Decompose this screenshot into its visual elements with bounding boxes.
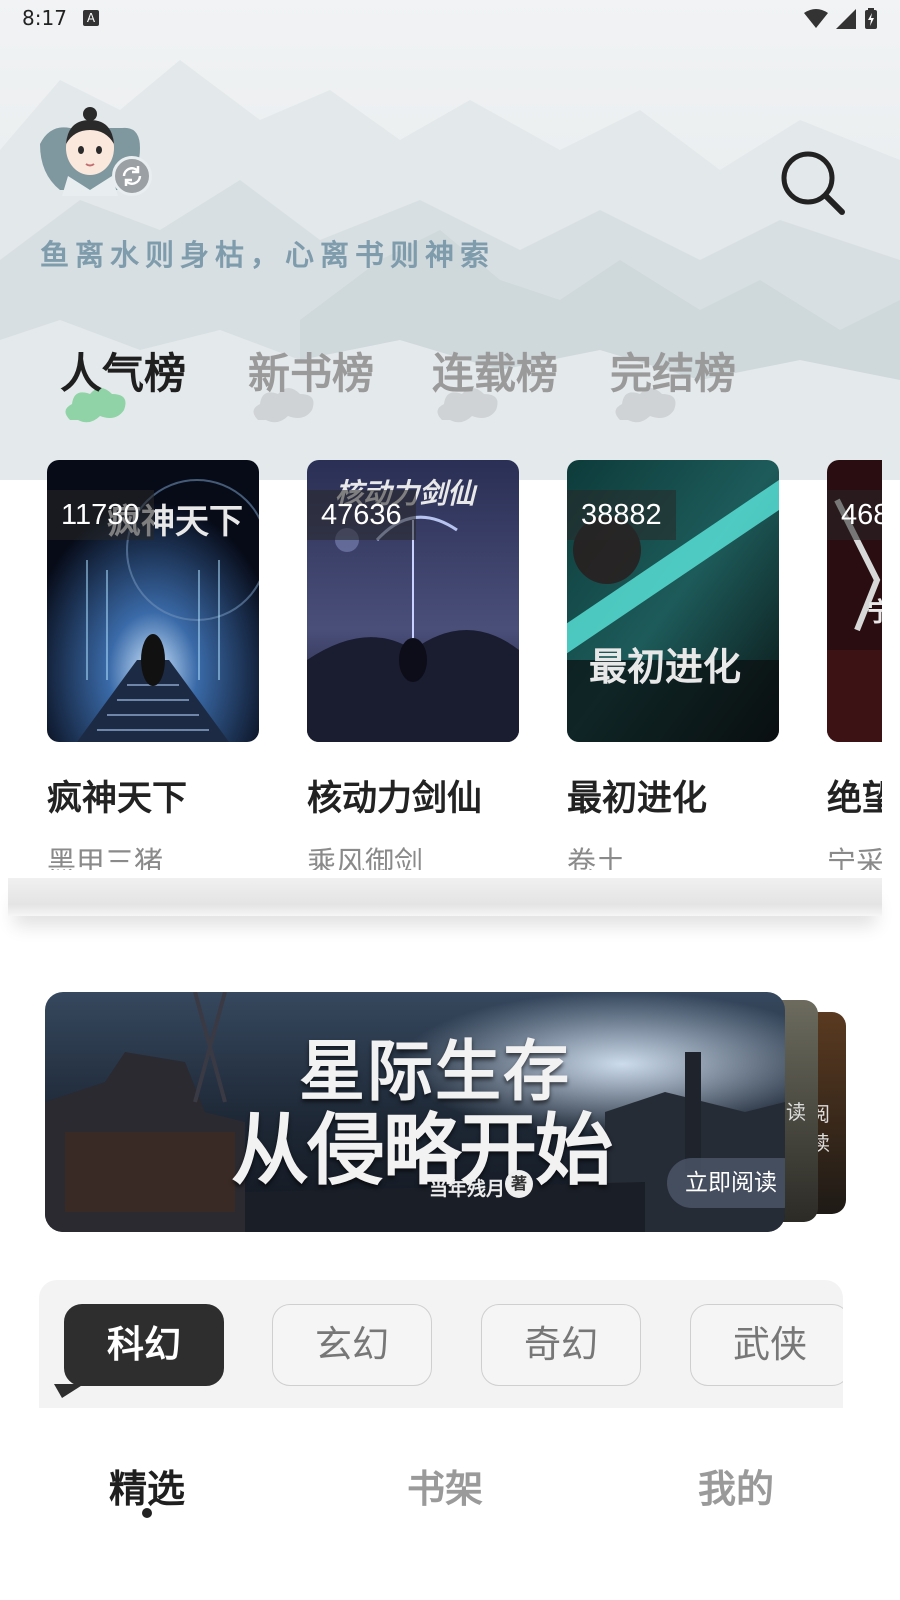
book-count: 468 [827, 490, 882, 540]
book-author: 卷土 [567, 845, 626, 870]
book-card[interactable]: 最初进化 38882 最初进化 卷土 [567, 460, 779, 870]
signal-icon [836, 9, 856, 29]
book-title: 最初进化 [567, 779, 708, 819]
stack-label: 读 [786, 1100, 806, 1124]
notification-a-icon: A [82, 10, 99, 26]
status-icons [804, 8, 878, 30]
sync-icon[interactable] [112, 156, 152, 196]
genre-chip-wuxia[interactable]: 武侠 [690, 1304, 843, 1386]
tab-popular[interactable]: 人气榜 [60, 340, 186, 430]
book-list: 疯神天下 11730 疯神天下 黑甲三猪 47636 核动力剑仙 乘风御剑 最初… [0, 460, 882, 870]
tab-finished-label: 完结榜 [610, 349, 737, 398]
nav-mine[interactable]: 我的 [666, 1458, 806, 1513]
book-count: 11730 [47, 490, 154, 540]
cover-title: 最初进化 [589, 644, 742, 689]
nav-active-dot [142, 1508, 152, 1518]
bottom-nav: 精选 书架 我的 [0, 1408, 900, 1600]
active-genre-pointer [54, 1384, 84, 1398]
book-author: 黑甲三猪 [47, 845, 164, 870]
tab-popular-label: 人气榜 [60, 349, 187, 398]
featured-banner[interactable]: 星际生存 从侵略开始 当年残月 著 立即阅读 [45, 992, 785, 1232]
tab-serial[interactable]: 连载榜 [432, 340, 558, 430]
book-count: 38882 [567, 490, 676, 540]
book-card[interactable]: 核动力剑仙 47636 核动力剑仙 乘风御剑 [307, 460, 519, 870]
book-count: 47636 [307, 490, 416, 540]
read-now-button[interactable]: 立即阅读 [667, 1158, 785, 1208]
nav-featured[interactable]: 精选 [77, 1458, 217, 1513]
book-cover[interactable]: 疯神天下 11730 [47, 460, 259, 742]
status-time: 8:17 [22, 6, 67, 30]
rank-tabs: 人气榜 新书榜 连载榜 完结榜 [60, 340, 880, 430]
search-icon[interactable] [780, 150, 846, 216]
book-title: 绝望 [827, 779, 882, 819]
book-author: 宁采 [827, 845, 882, 870]
genre-selector: 科幻 玄幻 奇幻 武侠 [39, 1280, 843, 1408]
banner-title-line2: 从侵略开始 [231, 1106, 613, 1196]
nav-bookshelf[interactable]: 书架 [375, 1458, 515, 1513]
status-bar: 8:17 A [0, 0, 900, 36]
genre-chip-scifi[interactable]: 科幻 [64, 1304, 224, 1386]
battery-icon [865, 8, 877, 29]
book-title: 疯神天下 [47, 779, 188, 819]
book-cover[interactable]: 最初进化 38882 [567, 460, 779, 742]
tab-new-label: 新书榜 [248, 349, 375, 398]
book-cover[interactable]: 宁 468 [827, 460, 882, 742]
wifi-icon [804, 9, 828, 28]
tab-new[interactable]: 新书榜 [248, 340, 374, 430]
book-title: 核动力剑仙 [307, 779, 483, 819]
book-cover[interactable]: 核动力剑仙 47636 [307, 460, 519, 742]
book-author: 乘风御剑 [307, 845, 424, 870]
motto-text: 鱼离水则身枯，心离书则神索 [40, 238, 496, 272]
banner-author-badge: 著 [505, 1170, 533, 1198]
book-card[interactable]: 疯神天下 11730 疯神天下 黑甲三猪 [47, 460, 259, 870]
cover-title: 宁 [867, 598, 882, 628]
tab-serial-label: 连载榜 [432, 349, 559, 398]
tab-finished[interactable]: 完结榜 [610, 340, 736, 430]
genre-chip-fantasy[interactable]: 玄幻 [272, 1304, 432, 1386]
genre-chip-magic[interactable]: 奇幻 [481, 1304, 641, 1386]
book-card[interactable]: 宁 468 绝望 宁采 [827, 460, 882, 870]
banner-author: 当年残月 [429, 1178, 506, 1200]
shelf-divider [8, 878, 882, 916]
